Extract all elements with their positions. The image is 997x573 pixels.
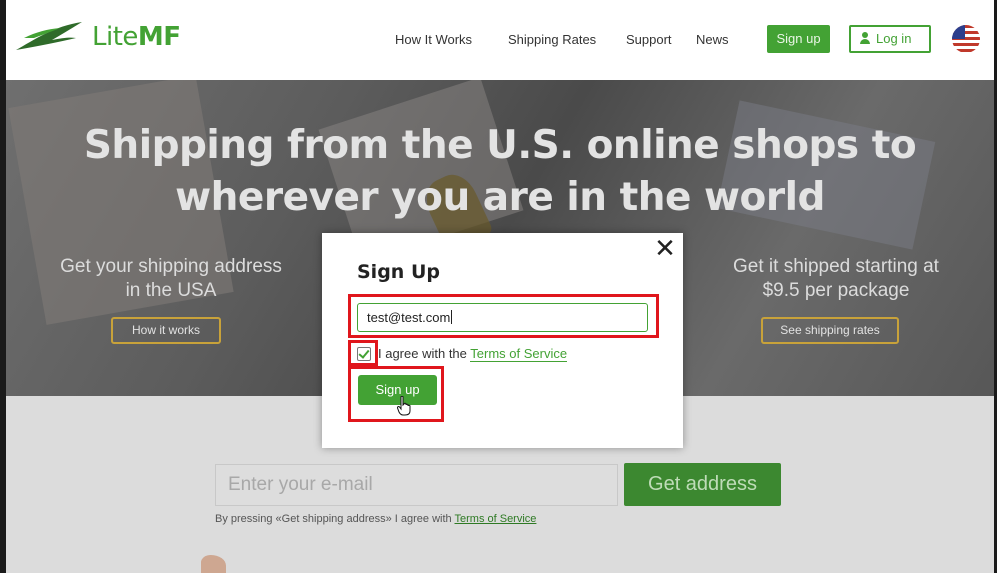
agree-text: I agree with the bbox=[378, 346, 471, 361]
highlight-signup-button bbox=[348, 366, 444, 422]
tos-agree-label: I agree with the Terms of Service bbox=[378, 346, 568, 362]
highlight-checkbox bbox=[348, 340, 378, 366]
modal-tos-link[interactable]: Terms of Service bbox=[470, 346, 568, 362]
modal-title: Sign Up bbox=[357, 261, 440, 283]
highlight-email-field bbox=[348, 294, 659, 338]
browser-viewport: LiteMF How It Works Shipping Rates Suppo… bbox=[0, 0, 997, 573]
close-icon[interactable]: ✕ bbox=[653, 236, 677, 262]
